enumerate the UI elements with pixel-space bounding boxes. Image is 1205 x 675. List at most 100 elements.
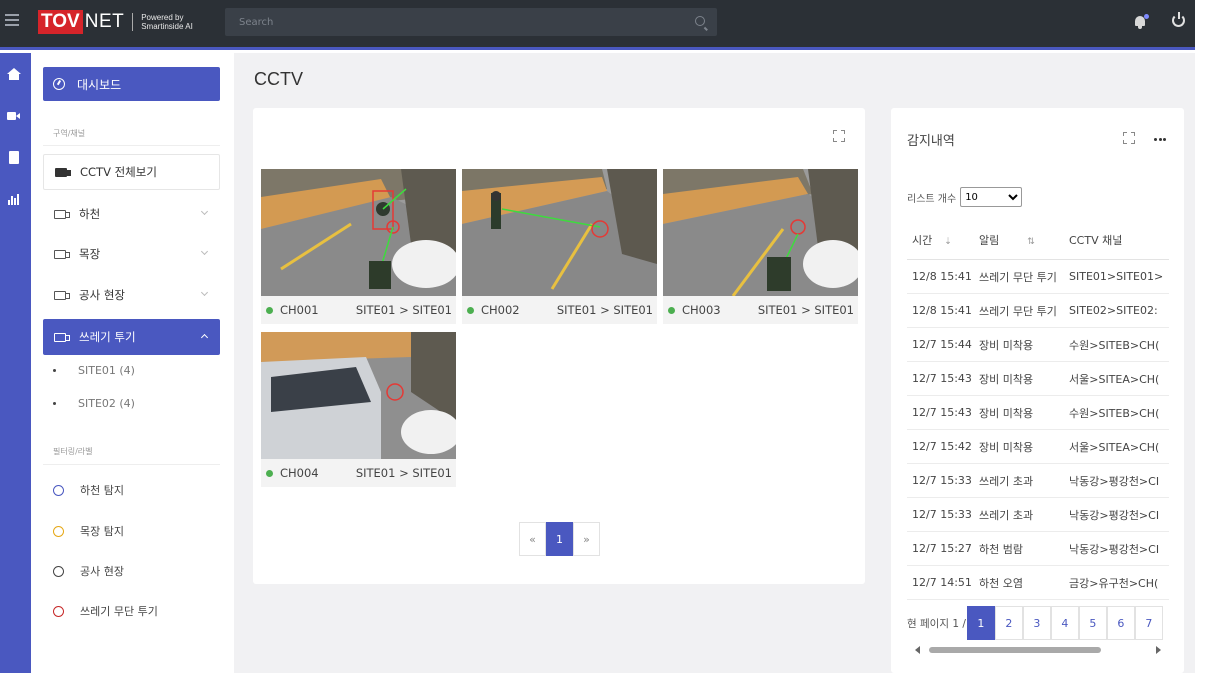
detection-pager: 현 페이지 1 / 1234567 <box>907 606 1163 640</box>
table-row[interactable]: 12/7 15:33 쓰레기 초과 낙동강>평강천>CI <box>907 464 1169 498</box>
filter-label: 공사 현장 <box>80 565 124 578</box>
table-row[interactable]: 12/7 15:44 장비 미착용 수원>SITEB>CH( <box>907 328 1169 362</box>
table-row[interactable]: 12/8 15:41 쓰레기 무단 투기 SITE02>SITE02: <box>907 294 1169 328</box>
page-button[interactable]: 3 <box>1022 606 1051 640</box>
scroll-thumb[interactable] <box>929 647 1101 653</box>
sub-item-site01[interactable]: SITE01 (4) <box>53 364 135 377</box>
column-alarm[interactable]: 알림 ⇅ <box>979 232 1069 248</box>
camera-feed <box>663 169 858 296</box>
row-channel: 금강>유구천>CH( <box>1069 576 1159 590</box>
camera-feed <box>462 169 657 296</box>
fullscreen-icon[interactable] <box>833 130 845 142</box>
tile-site: SITE01 > SITE01 <box>355 303 452 317</box>
detection-table: 시간 ⇣ 알림 ⇅ CCTV 채널 12/8 15:41 쓰레기 무단 투기 SITE0… <box>907 220 1169 600</box>
row-time: 12/8 15:41 <box>912 270 972 283</box>
tile-caption: CH002 SITE01 > SITE01 <box>462 296 657 324</box>
tile-channel: CH004 <box>280 466 319 480</box>
page-button[interactable]: 7 <box>1134 606 1163 640</box>
sort-icon[interactable]: ⇅ <box>1027 237 1035 247</box>
filter-ranch-detect[interactable]: 목장 탐지 <box>53 523 124 539</box>
chevron-up-icon <box>200 333 209 342</box>
search-input[interactable] <box>225 8 717 36</box>
camera-tile[interactable]: CH004 SITE01 > SITE01 <box>261 332 456 487</box>
scroll-right-icon[interactable] <box>1156 646 1161 654</box>
live-status-dot <box>266 306 273 314</box>
table-row[interactable]: 12/7 14:51 하천 오염 금강>유구천>CH( <box>907 566 1169 600</box>
page-indicator: 현 페이지 1 / <box>907 617 966 630</box>
filter-label: 쓰레기 무단 투기 <box>80 605 158 618</box>
row-channel: 수원>SITEB>CH( <box>1069 406 1160 420</box>
top-bar: TOV NET Powered by Smartinside AI <box>0 0 1195 50</box>
table-row[interactable]: 12/7 15:33 쓰레기 초과 낙동강>평강천>CI <box>907 498 1169 532</box>
tile-site: SITE01 > SITE01 <box>355 466 452 480</box>
bar-chart-icon[interactable] <box>7 193 21 207</box>
sidebar-item-river[interactable]: 하천 <box>43 196 220 232</box>
app-logo[interactable]: TOV NET Powered by Smartinside AI <box>38 10 193 34</box>
row-alarm: 장비 미착용 <box>979 338 1034 352</box>
hamburger-menu-icon[interactable] <box>5 14 19 28</box>
camera-icon[interactable] <box>7 109 21 123</box>
power-icon[interactable] <box>1172 12 1185 27</box>
notification-bell-icon[interactable] <box>1133 14 1149 30</box>
row-time: 12/7 15:44 <box>912 338 972 351</box>
column-time[interactable]: 시간 ⇣ <box>907 232 979 248</box>
camera-tile[interactable]: CH001 SITE01 > SITE01 <box>261 169 456 324</box>
logo-tov: TOV <box>38 10 83 34</box>
table-row[interactable]: 12/7 15:42 장비 미착용 서울>SITEA>CH( <box>907 430 1169 464</box>
sidebar-item-ranch[interactable]: 목장 <box>43 236 220 272</box>
pager-prev[interactable]: « <box>519 522 546 556</box>
column-label: CCTV 채널 <box>1069 233 1123 247</box>
table-row[interactable]: 12/7 15:27 하천 범람 낙동강>평강천>CI <box>907 532 1169 566</box>
search-box <box>225 8 717 36</box>
filter-river-detect[interactable]: 하천 탐지 <box>53 482 124 498</box>
page-button[interactable]: 2 <box>994 606 1023 640</box>
filter-illegal-dumping[interactable]: 쓰레기 무단 투기 <box>53 603 158 619</box>
row-time: 12/7 15:33 <box>912 474 972 487</box>
row-alarm: 쓰레기 무단 투기 <box>979 270 1057 284</box>
sub-item-label: SITE02 (4) <box>78 397 135 410</box>
row-time: 12/8 15:41 <box>912 304 972 317</box>
sidebar-item-construction[interactable]: 공사 현장 <box>43 277 220 313</box>
camera-tile[interactable]: CH002 SITE01 > SITE01 <box>462 169 657 324</box>
horizontal-scrollbar[interactable] <box>907 644 1169 656</box>
page-button[interactable]: 1 <box>966 606 995 640</box>
sort-icon[interactable]: ⇣ <box>944 237 952 247</box>
row-channel: SITE02>SITE02: <box>1069 304 1158 317</box>
sub-item-site02[interactable]: SITE02 (4) <box>53 397 135 410</box>
fullscreen-icon[interactable] <box>1123 132 1135 144</box>
filter-label: 하천 탐지 <box>80 484 124 497</box>
more-options-icon[interactable] <box>1154 138 1168 141</box>
row-alarm: 하천 오염 <box>979 576 1023 590</box>
sidebar-item-dumping[interactable]: 쓰레기 투기 <box>43 319 220 355</box>
pager-next[interactable]: » <box>573 522 600 556</box>
page-button[interactable]: 5 <box>1078 606 1107 640</box>
video-camera-icon <box>54 290 70 300</box>
sidebar-item-all-cctv[interactable]: CCTV 전체보기 <box>43 154 220 190</box>
document-icon[interactable] <box>7 151 21 165</box>
page-button[interactable]: 6 <box>1106 606 1135 640</box>
row-channel: 수원>SITEB>CH( <box>1069 338 1160 352</box>
cctv-grid-panel: CH001 SITE01 > SITE01 CH002 SITE01 > SIT… <box>253 108 865 584</box>
row-channel: SITE01>SITE01> <box>1069 270 1164 283</box>
camera-tile[interactable]: CH003 SITE01 > SITE01 <box>663 169 858 324</box>
filter-construction[interactable]: 공사 현장 <box>53 563 124 579</box>
logo-divider <box>132 13 134 31</box>
row-channel: 서울>SITEA>CH( <box>1069 440 1160 454</box>
row-alarm: 쓰레기 무단 투기 <box>979 304 1057 318</box>
camera-feed <box>261 332 456 459</box>
sidebar-item-dashboard[interactable]: 대시보드 <box>43 67 220 101</box>
page-button[interactable]: 4 <box>1050 606 1079 640</box>
search-icon[interactable] <box>695 16 705 26</box>
scroll-left-icon[interactable] <box>915 646 920 654</box>
home-icon[interactable] <box>7 68 21 82</box>
row-alarm: 장비 미착용 <box>979 406 1034 420</box>
section-label-filter: 필터링/라벨 <box>53 447 93 456</box>
row-channel: 낙동강>평강천>CI <box>1069 542 1160 556</box>
chevron-down-icon <box>200 288 209 297</box>
column-channel[interactable]: CCTV 채널 <box>1069 232 1122 248</box>
table-row[interactable]: 12/8 15:41 쓰레기 무단 투기 SITE01>SITE01> <box>907 260 1169 294</box>
list-count-select[interactable]: 10 <box>960 187 1023 207</box>
table-row[interactable]: 12/7 15:43 장비 미착용 서울>SITEA>CH( <box>907 362 1169 396</box>
pager-page-current[interactable]: 1 <box>546 522 573 556</box>
table-row[interactable]: 12/7 15:43 장비 미착용 수원>SITEB>CH( <box>907 396 1169 430</box>
